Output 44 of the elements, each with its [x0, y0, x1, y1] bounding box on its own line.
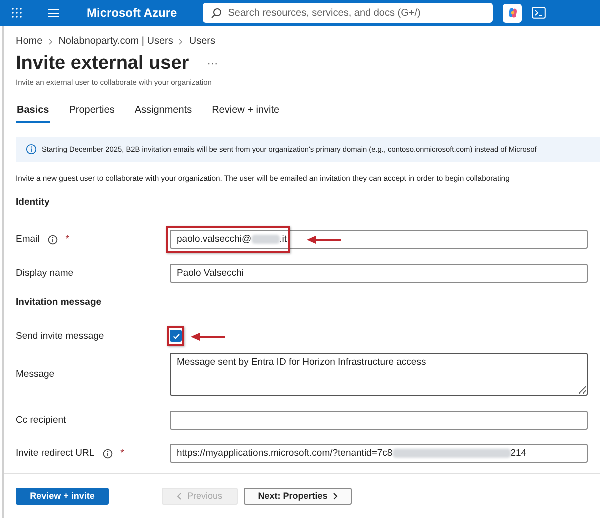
field-label: Send invite message	[16, 330, 104, 342]
breadcrumb-link[interactable]: Nolabnoparty.com | Users	[58, 36, 174, 47]
app-title[interactable]: Microsoft Azure	[87, 6, 178, 20]
info-icon[interactable]	[102, 448, 113, 458]
menu-icon[interactable]	[48, 8, 59, 18]
app-grid-icon[interactable]	[12, 8, 22, 18]
chevron-icon	[179, 38, 184, 44]
checkbox[interactable]	[170, 330, 182, 342]
search-field[interactable]: Search resources, services, and docs (G+/)	[203, 3, 494, 23]
field-label: Display name	[16, 268, 74, 278]
tab[interactable]: Assignments	[134, 105, 194, 123]
info-icon	[26, 144, 37, 155]
field-label: Email	[16, 234, 40, 245]
chevron-right-icon	[332, 492, 338, 500]
message-field[interactable]: Message sent by Entra ID for Horizon Infrastructure access	[170, 353, 588, 396]
terminal-icon[interactable]	[532, 7, 546, 19]
page-title: Invite external user	[16, 53, 190, 75]
text-field[interactable]: paolo.valsecchi@ .it	[170, 230, 588, 249]
section-heading: Identity	[15, 196, 51, 208]
chevron-icon	[48, 38, 53, 44]
chevron-left-icon	[177, 492, 182, 500]
annotation-arrow	[306, 235, 342, 245]
annotation-arrow	[190, 332, 226, 342]
text-field[interactable]	[170, 411, 588, 430]
breadcrumb-link[interactable]: Users	[189, 36, 216, 47]
info-icon[interactable]	[48, 234, 58, 244]
tab[interactable]: Review + invite	[211, 105, 281, 123]
tab[interactable]: Properties	[68, 105, 116, 123]
field-label: Message	[16, 369, 55, 380]
section-heading: Invitation message	[15, 296, 103, 308]
required-mark: *	[66, 234, 70, 245]
required-mark: *	[120, 448, 124, 459]
breadcrumb-link[interactable]: Home	[16, 36, 43, 47]
more-button[interactable]: ···	[207, 58, 218, 70]
search-icon	[211, 8, 222, 18]
copilot-button[interactable]	[503, 4, 522, 22]
copilot-logo	[506, 7, 519, 19]
text-field[interactable]: https://myapplications.microsoft.com/?tenantid=7c8 214	[170, 444, 588, 463]
text-field[interactable]: Paolo Valsecchi	[170, 264, 588, 283]
tab[interactable]: Basics	[16, 105, 50, 123]
field-label: Cc recipient	[16, 414, 66, 426]
next-button[interactable]: Next: Properties	[244, 488, 352, 504]
field-label: Invite redirect URL	[16, 448, 95, 459]
review-invite-button[interactable]: Review + invite	[16, 488, 109, 504]
